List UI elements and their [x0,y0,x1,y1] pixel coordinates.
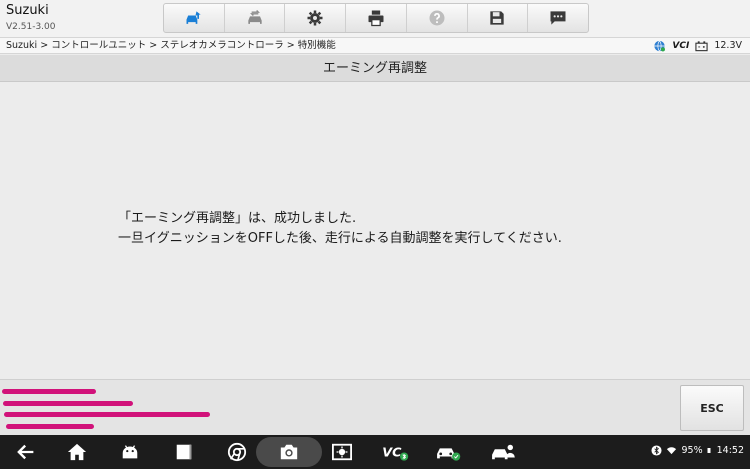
brand: Suzuki V2.51-3.00 [6,3,55,33]
chrome-icon [227,442,247,462]
android-icon [122,445,138,459]
settings-button[interactable] [285,4,347,32]
home-button[interactable] [164,4,225,32]
esc-button[interactable]: ESC [680,385,744,431]
system-navbar: VC 95% 14:52 [0,435,750,469]
system-status: 95% 14:52 [651,445,744,456]
message-line-1: 「エーミング再調整」は、成功しました. [118,211,357,226]
globe-icon [654,40,666,52]
battery-percent: 95% [681,445,703,456]
battery-icon [707,448,711,453]
car-home-icon [186,11,201,24]
header: Suzuki V2.51-3.00 [0,0,750,37]
camera-button[interactable] [278,442,300,462]
voltage-readout: 12.3V [714,40,742,51]
battery-voltage-icon [695,41,708,52]
breadcrumb: Suzuki > コントロールユニット > ステレオカメラコントローラ > 特別… [6,40,336,51]
result-panel: 「エーミング再調整」は、成功しました. 一旦イグニッションをOFFした後、走行に… [0,82,750,379]
back-icon [17,444,34,460]
screenshot-button[interactable] [331,442,353,462]
recents-icon [176,444,192,460]
message-icon [550,11,566,25]
save-button[interactable] [468,4,529,32]
remote-expert-button[interactable] [489,442,517,462]
breadcrumb-bar: Suzuki > コントロールユニット > ステレオカメラコントローラ > 特別… [0,37,750,54]
car-switch-icon [247,10,262,24]
clock: 14:52 [716,445,744,456]
main-toolbar [163,3,589,33]
car-diag-icon [437,448,461,461]
function-title: エーミング再調整 [0,55,750,82]
bluetooth-badge-icon [651,445,663,456]
vci-bt-icon: VC [382,445,409,461]
redaction-mark [6,424,94,429]
gear-icon [307,10,323,26]
camera-icon [280,444,298,460]
diagnostics-button[interactable] [434,442,462,462]
back-button[interactable] [16,442,38,462]
app-version: V2.51-3.00 [6,22,56,32]
result-message: 「エーミング再調整」は、成功しました. 一旦イグニッションをOFFした後、走行に… [118,209,562,249]
chrome-button[interactable] [226,442,248,462]
redaction-mark [3,401,133,406]
vci-status-label: VCI [672,41,690,51]
printer-icon [368,10,384,27]
car-user-icon [492,444,515,460]
screenshot-icon [332,443,352,461]
help-button[interactable] [407,4,468,32]
message-button[interactable] [528,4,588,32]
android-button[interactable] [119,442,141,462]
vehicle-switch-button[interactable] [225,4,286,32]
home-icon [67,443,87,461]
connection-status: VCI 12.3V [653,39,742,53]
svg-text:VC: VC [382,445,402,460]
recents-button[interactable] [173,442,195,462]
help-icon [429,10,445,26]
message-line-2: 一旦イグニッションをOFFした後、走行による自動調整を実行してください. [118,231,562,246]
action-bar: ESC [0,379,750,435]
print-button[interactable] [346,4,407,32]
screen: Suzuki V2.51-3.00 Suzuki > コントロールユニット > … [0,0,750,469]
wifi-icon [667,447,677,455]
app-title: Suzuki [6,3,49,18]
redaction-mark [4,412,210,417]
home-nav-button[interactable] [66,442,88,462]
vci-button[interactable]: VC [380,442,410,462]
save-icon [490,11,505,25]
redaction-mark [2,389,96,394]
